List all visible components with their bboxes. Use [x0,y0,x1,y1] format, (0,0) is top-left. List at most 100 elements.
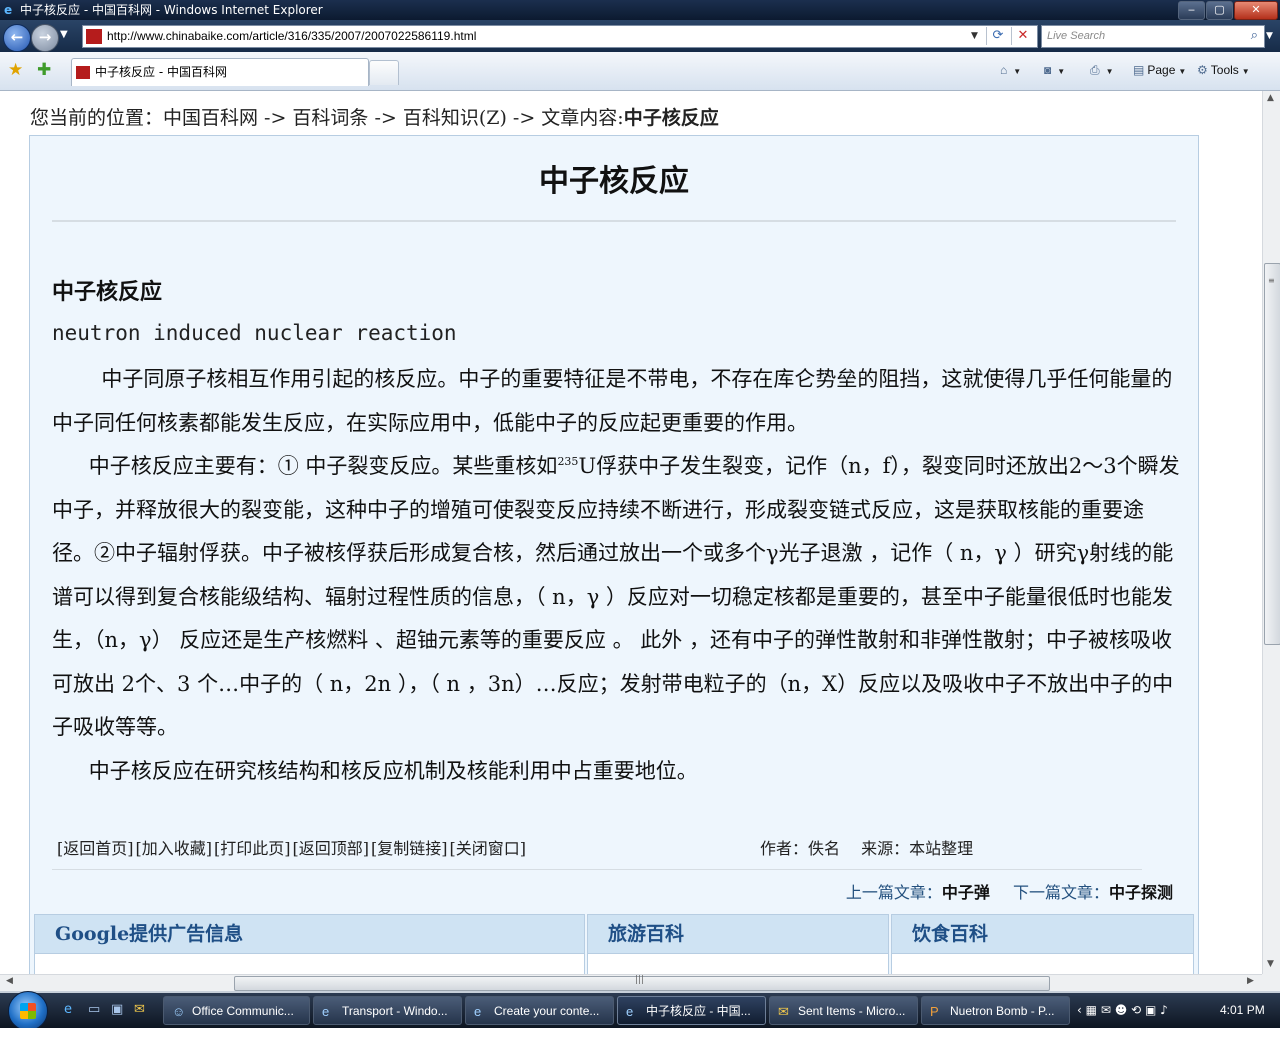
article-action-links: [返回首页] [加入收藏] [打印此页] [返回顶部] [复制链接] [关闭窗口] [57,835,528,859]
link-copy-url[interactable]: [复制链接] [371,839,448,858]
search-options-dropdown-icon[interactable]: ▼ [1266,31,1273,41]
paragraph-types-part2: U俘获中子发生裂变，记作（n，f），裂变同时还放出2～3个瞬发中子，并释放很大的… [52,454,1180,739]
outlook-quicklaunch-icon[interactable]: ✉ [134,1002,145,1017]
outlook-icon: ✉ [778,1004,789,1019]
search-placeholder: Live Search [1047,30,1106,42]
search-box[interactable]: Live Search ⌕ [1041,25,1265,48]
taskbar-item-label: Transport - Windo... [342,1004,448,1018]
powerpoint-icon: P [930,1004,939,1019]
taskbar-item-sent-items[interactable]: ✉ Sent Items - Micro... [769,996,918,1025]
print-button[interactable]: ⎙ ▼ [1090,62,1114,80]
recent-pages-dropdown-icon[interactable]: ▼ [60,29,68,40]
page-menu-button[interactable]: ▤ Page ▼ [1133,62,1186,80]
english-term: neutron induced nuclear reaction [52,321,457,345]
link-add-favorite[interactable]: [加入收藏] [136,839,213,858]
stop-icon[interactable]: ✕ [1011,27,1034,45]
breadcrumb-path[interactable]: 您当前的位置：中国百科网 -> 百科词条 -> 百科知识(Z) -> 文章内容: [30,107,624,129]
link-close-window[interactable]: [关闭窗口] [450,839,527,858]
ie-quicklaunch-icon[interactable]: e [64,1002,72,1017]
link-print[interactable]: [打印此页] [214,839,291,858]
forward-button[interactable]: → [31,24,59,52]
taskbar-item-label: Nuetron Bomb - P... [950,1004,1055,1018]
page-menu-label: Page [1147,63,1176,77]
taskbar-clock[interactable]: 4:01 PM [1220,996,1265,1025]
scroll-grip-icon: ≡ [1268,276,1275,285]
title-divider [52,220,1176,222]
food-encyclopedia-box: 饮食百科 [891,914,1194,974]
back-button[interactable]: ← [3,24,31,52]
horizontal-scrollbar[interactable]: ◀ ||| ▶ [0,974,1262,992]
window-title-bar: e 中子核反应 - 中国百科网 - Windows Internet Explo… [0,0,1280,20]
search-icon[interactable]: ⌕ [1251,28,1258,43]
page-icon: ▤ [1133,63,1145,77]
article-title: 中子核反应 [539,164,689,199]
link-home[interactable]: [返回首页] [57,839,134,858]
taskbar-item-neutron-bomb[interactable]: P Nuetron Bomb - P... [921,996,1070,1025]
taskbar-item-transport[interactable]: e Transport - Windo... [313,996,462,1025]
sync-icon[interactable]: ⟲ [1131,1003,1141,1017]
home-button[interactable]: ⌂ ▼ [1000,62,1021,80]
screen-bottom-margin [0,1028,1280,1061]
page-content: 您当前的位置：中国百科网 -> 百科词条 -> 百科知识(Z) -> 文章内容:… [0,91,1262,974]
show-desktop-icon[interactable]: ▭ [88,1002,100,1017]
tab-label: 中子核反应 - 中国百科网 [95,65,227,79]
taskbar-item-create-content[interactable]: e Create your conte... [465,996,614,1025]
windows-logo-icon [20,1003,36,1019]
address-bar[interactable]: http://www.chinabaike.com/article/316/33… [82,25,1038,48]
scroll-down-arrow-icon[interactable]: ▼ [1267,959,1274,969]
tab-command-bar: ★ ✚ 中子核反应 - 中国百科网 ⌂ ▼ ◙ ▼ ⎙ ▼ ▤ Page ▼ ⚙ Tools… [0,52,1280,91]
vertical-scrollbar[interactable]: ▲ ≡ ▼ [1262,91,1280,974]
minimize-button[interactable]: ‒ [1178,1,1205,20]
chevron-down-icon: ▼ [1057,67,1066,76]
taskbar-item-label: 中子核反应 - 中国... [646,1004,751,1018]
network-icon[interactable]: ▦ [1086,1003,1097,1017]
add-favorites-icon[interactable]: ✚ [37,60,51,80]
travel-heading[interactable]: 旅游百科 [588,915,888,954]
prev-article-link[interactable]: 中子弹 [942,883,990,902]
link-back-to-top[interactable]: [返回顶部] [293,839,370,858]
tray-mail-icon[interactable]: ✉ [1101,1003,1111,1017]
tray-expand-icon[interactable]: ‹ [1077,1003,1082,1017]
food-heading[interactable]: 饮食百科 [892,915,1193,954]
paragraph-conclusion: 中子核反应在研究核结构和核反应机制及核能利用中占重要地位。 [88,758,698,783]
feeds-button[interactable]: ◙ ▼ [1044,62,1065,80]
scroll-right-arrow-icon[interactable]: ▶ [1247,976,1254,986]
breadcrumb-current: 中子核反应 [623,107,719,129]
site-favicon [86,29,102,44]
author-source: 作者：佚名 来源：本站整理 [760,839,974,858]
vertical-scroll-thumb[interactable] [1264,263,1280,645]
switch-windows-icon[interactable]: ▣ [111,1002,123,1017]
breadcrumb: 您当前的位置：中国百科网 -> 百科词条 -> 百科知识(Z) -> 文章内容:… [30,103,719,130]
address-dropdown-icon[interactable]: ▼ [971,26,978,47]
tab-active[interactable]: 中子核反应 - 中国百科网 [71,58,369,86]
home-icon: ⌂ [1000,63,1008,77]
close-window-button[interactable]: ✕ [1234,1,1278,20]
tab-favicon [76,66,90,79]
article-body: 中子同原子核相互作用引起的核反应。中子的重要特征是不带电，不存在库仑势垒的阻挡，… [52,358,1180,793]
rss-feed-icon: ◙ [1044,63,1052,77]
article-panel: 中子核反应 中子核反应 neutron induced nuclear reac… [29,135,1199,974]
address-url[interactable]: http://www.chinabaike.com/article/316/33… [107,26,476,47]
messenger-icon[interactable]: ☻ [1115,1003,1128,1017]
scroll-left-arrow-icon[interactable]: ◀ [6,976,13,986]
printer-icon: ⎙ [1090,63,1100,77]
taskbar-item-office-communicator[interactable]: ☺ Office Communic... [163,996,310,1025]
refresh-icon[interactable]: ⟳ [986,27,1009,45]
volume-icon[interactable]: ♪ [1160,1003,1168,1017]
hscroll-grip-icon: ||| [635,975,645,985]
taskbar-item-neutron-reaction[interactable]: e 中子核反应 - 中国... [617,996,766,1025]
new-tab-button[interactable] [369,60,399,85]
scroll-up-arrow-icon[interactable]: ▲ [1267,93,1274,103]
svg-text:e: e [4,3,12,16]
related-boxes: Google提供广告信息 旅游百科 饮食百科 [34,914,1194,974]
paragraph-types: 中子核反应主要有：① 中子裂变反应。某些重核如235U俘获中子发生裂变，记作（n… [52,445,1180,750]
chevron-down-icon: ▼ [1105,67,1114,76]
tools-menu-button[interactable]: ⚙ Tools ▼ [1197,62,1250,80]
footer-divider [52,869,1142,870]
favorites-star-icon[interactable]: ★ [8,60,23,80]
maximize-button[interactable]: ▢ [1206,1,1233,20]
start-button[interactable] [8,991,48,1031]
display-icon[interactable]: ▣ [1145,1003,1156,1017]
next-article-link[interactable]: 中子探测 [1109,883,1173,902]
chevron-down-icon: ▼ [1178,67,1187,76]
